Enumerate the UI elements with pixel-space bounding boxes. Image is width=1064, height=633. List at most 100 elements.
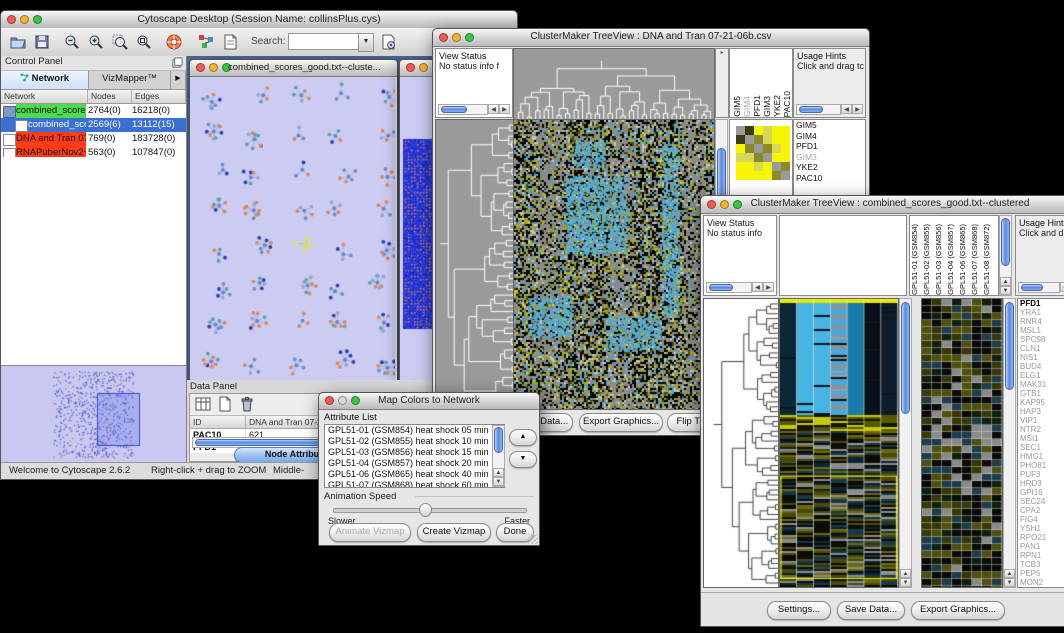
column-labels-vscrollbar[interactable]: ▲▼ [999, 215, 1012, 296]
network-canvas[interactable] [190, 77, 395, 381]
matrix-cell[interactable] [745, 135, 754, 144]
gene-label[interactable]: TCB3 [1018, 560, 1064, 569]
matrix-cell[interactable] [772, 162, 781, 171]
gene-label[interactable]: SEC24 [1018, 497, 1064, 506]
matrix-cell[interactable] [754, 171, 763, 180]
matrix-cell[interactable] [736, 162, 745, 171]
scroll-down-icon[interactable]: ▼ [1004, 578, 1015, 587]
tab-overflow-arrow-icon[interactable]: ▶ [171, 71, 186, 89]
move-down-button[interactable]: ▼ [509, 451, 537, 468]
minimize-icon[interactable] [209, 63, 218, 72]
matrix-cell[interactable] [781, 171, 790, 180]
network-overview-canvas[interactable] [1, 366, 185, 462]
gene-label[interactable]: PHO81 [1018, 461, 1064, 470]
column-label[interactable]: GPL51-02 (GSM855) [922, 224, 934, 295]
gene-label[interactable]: CLN1 [1018, 344, 1064, 353]
view-status-scrollbar[interactable]: ◀ ▶ [438, 104, 510, 115]
scroll-right-icon[interactable]: ▶ [852, 104, 863, 114]
save-data-button[interactable]: Save Data... [837, 601, 905, 620]
attribute-list-vscrollbar[interactable]: ▲▼ [492, 425, 505, 487]
gene-label[interactable]: HMG1 [1018, 452, 1064, 461]
matrix-cell[interactable] [763, 135, 772, 144]
close-icon[interactable] [406, 63, 415, 72]
export-graphics-button[interactable]: Export Graphics... [911, 601, 1005, 620]
gene-label[interactable]: YKE2 [794, 162, 865, 173]
view-status-scrollbar[interactable]: ◀ ▶ [706, 282, 774, 293]
search-dropdown-icon[interactable]: ▼ [358, 33, 374, 52]
network-overview-panel[interactable] [1, 365, 186, 463]
column-edges[interactable]: Edges [132, 90, 186, 103]
column-dendrogram-canvas[interactable] [513, 48, 715, 120]
column-label[interactable]: GIM3 [762, 96, 772, 117]
row-dendrogram-canvas[interactable] [703, 298, 779, 588]
attribute-item[interactable]: GPL51-04 (GSM857) heat shock 20 min [325, 458, 504, 469]
gene-label[interactable]: PFD1 [1018, 299, 1064, 308]
scroll-left-icon[interactable]: ◀ [1060, 282, 1064, 292]
matrix-cell[interactable] [745, 126, 754, 135]
network-list-empty-area[interactable] [1, 157, 186, 366]
zoom-heatmap-canvas[interactable] [921, 298, 1003, 588]
gene-label[interactable]: RNR4 [1018, 317, 1064, 326]
zoom-out-icon[interactable] [63, 33, 81, 51]
scroll-up-icon[interactable]: ▲ [900, 569, 911, 578]
column-label[interactable]: GPL51-01 (GSM854) [910, 224, 922, 295]
scroll-down-icon[interactable]: ▼ [900, 578, 911, 587]
gene-label[interactable]: NTR2 [1018, 425, 1064, 434]
scroll-left-icon[interactable]: ◀ [752, 282, 763, 292]
resize-grip[interactable] [528, 534, 538, 544]
attribute-item[interactable]: GPL51-02 (GSM855) heat shock 10 min [325, 436, 504, 447]
scroll-left-icon[interactable]: ◀ [488, 104, 499, 114]
help-lifering-icon[interactable] [165, 33, 183, 51]
gene-label[interactable]: GTB1 [1018, 389, 1064, 398]
gene-label[interactable]: GIM3 [794, 152, 865, 163]
column-label[interactable]: GIM4 [742, 96, 752, 117]
network-list-row[interactable]: combined_scores2764(0)16218(0) [1, 104, 186, 118]
matrix-cell[interactable] [754, 153, 763, 162]
gene-label[interactable]: YSH1 [1018, 524, 1064, 533]
matrix-cell[interactable] [772, 135, 781, 144]
attribute-item[interactable]: GPL51-03 (GSM856) heat shock 15 min [325, 447, 504, 458]
gene-label[interactable]: NIS1 [1018, 353, 1064, 362]
matrix-cell[interactable] [763, 144, 772, 153]
matrix-cell[interactable] [736, 144, 745, 153]
tab-vizmapper[interactable]: VizMapper™ [89, 71, 171, 89]
matrix-cell[interactable] [781, 135, 790, 144]
gene-label[interactable]: PAC10 [794, 173, 865, 184]
usage-hints-scrollbar[interactable]: ◀ ▶ [796, 104, 863, 115]
gene-label[interactable]: MSI1 [1018, 434, 1064, 443]
column-network[interactable]: Network [1, 90, 88, 103]
matrix-cell[interactable] [745, 144, 754, 153]
gene-label[interactable]: FIG4 [1018, 515, 1064, 524]
gene-label[interactable]: MSL1 [1018, 326, 1064, 335]
column-label[interactable]: GPL51-03 (GSM856) [934, 224, 946, 295]
matrix-cell[interactable] [781, 153, 790, 162]
matrix-cell[interactable] [736, 153, 745, 162]
gene-label[interactable]: SEC1 [1018, 443, 1064, 452]
gene-label[interactable]: GIM4 [794, 131, 865, 142]
delete-attribute-trash-icon[interactable] [239, 396, 255, 412]
matrix-cell[interactable] [745, 153, 754, 162]
attribute-item[interactable]: GPL51-01 (GSM854) heat shock 05 min [325, 425, 504, 436]
gene-label[interactable]: RPN1 [1018, 551, 1064, 560]
dialog-titlebar[interactable]: Map Colors to Network [319, 393, 539, 410]
gene-label[interactable]: MON2 [1018, 578, 1064, 587]
matrix-cell[interactable] [754, 162, 763, 171]
scroll-left-icon[interactable]: ◀ [841, 104, 852, 114]
attribute-item[interactable]: GPL51-07 (GSM868) heat shock 60 min [325, 480, 504, 488]
heatmap-canvas[interactable] [779, 298, 899, 588]
gene-label[interactable]: CPA2 [1018, 506, 1064, 515]
id-column-header[interactable]: ID [190, 416, 246, 428]
zoom-vscrollbar[interactable]: ▲▼ [1003, 298, 1016, 588]
heatmap-vscrollbar[interactable]: ▲▼ [899, 298, 912, 588]
column-label[interactable]: GPL51-06 (GSM865) [958, 224, 970, 295]
matrix-cell[interactable] [745, 162, 754, 171]
attribute-table-icon[interactable] [195, 396, 211, 412]
gene-label[interactable]: PUF3 [1018, 470, 1064, 479]
gene-label[interactable]: RPO21 [1018, 533, 1064, 542]
column-nodes[interactable]: Nodes [88, 90, 132, 103]
treeview1-titlebar[interactable]: ClusterMaker TreeView : DNA and Tran 07-… [433, 29, 869, 47]
float-panel-icon[interactable] [172, 57, 183, 68]
gene-label[interactable]: HRD3 [1018, 479, 1064, 488]
main-titlebar[interactable]: Cytoscape Desktop (Session Name: collins… [1, 11, 517, 29]
matrix-cell[interactable] [763, 162, 772, 171]
